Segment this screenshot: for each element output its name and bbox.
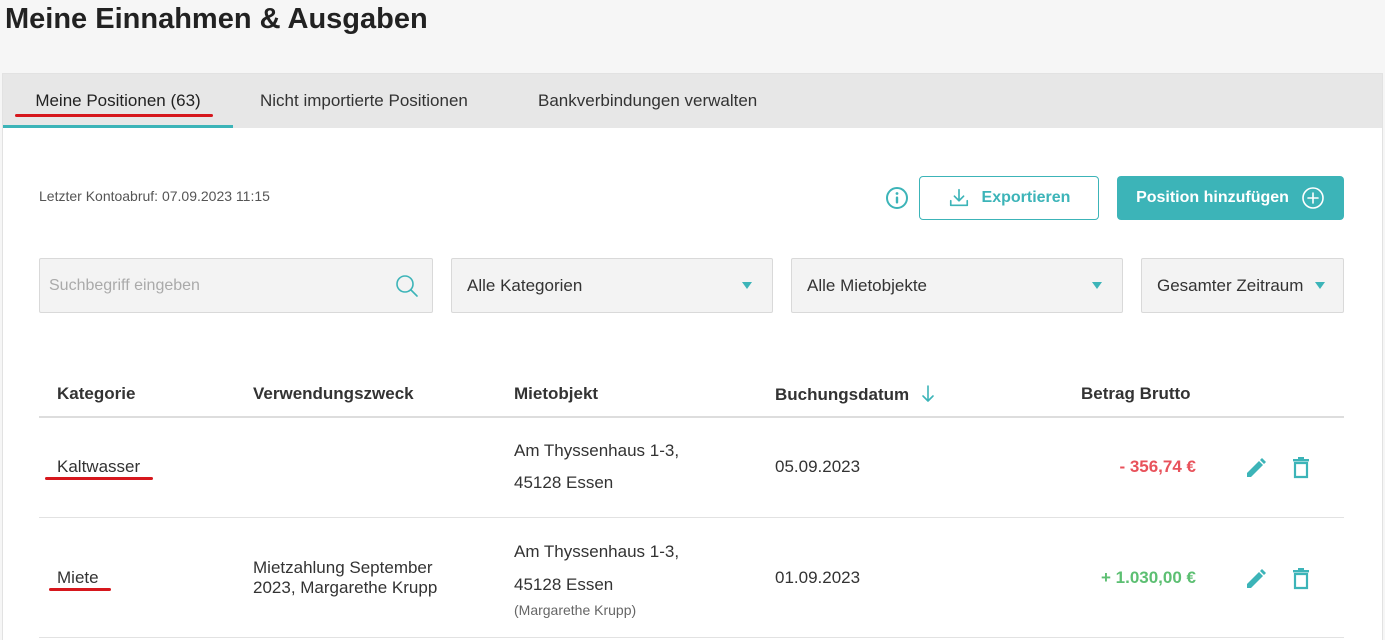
- row1-date: 05.09.2023: [775, 457, 861, 476]
- row2-property-line2: 45128 Essen: [514, 575, 614, 594]
- annotation-underline-row2: [49, 588, 111, 591]
- row1-property-line2: 45128 Essen: [514, 473, 614, 492]
- row2-property-line1: Am Thyssenhaus 1-3,: [514, 542, 680, 561]
- trash-icon[interactable]: [1289, 567, 1313, 591]
- row2-date: 01.09.2023: [775, 568, 861, 587]
- column-header-betrag-brutto[interactable]: Betrag Brutto: [1081, 384, 1191, 404]
- period-select-value: Gesamter Zeitraum: [1157, 276, 1304, 295]
- column-header-buchungsdatum-label: Buchungsdatum: [775, 385, 910, 404]
- tab-nicht-importierte-positionen[interactable]: Nicht importierte Positionen: [260, 74, 468, 128]
- row2-category[interactable]: Miete: [57, 568, 99, 588]
- row2-property-tenant: (Margarethe Krupp): [514, 602, 637, 618]
- property-select[interactable]: Alle Mietobjekte: [791, 258, 1123, 313]
- last-fetch-text: Letzter Kontoabruf: 07.09.2023 11:15: [39, 188, 270, 204]
- search-field[interactable]: [39, 258, 433, 313]
- property-select-value: Alle Mietobjekte: [807, 276, 928, 295]
- column-header-mietobjekt[interactable]: Mietobjekt: [514, 384, 598, 404]
- column-header-kategorie[interactable]: Kategorie: [57, 384, 135, 404]
- plus-circle-icon: [1302, 187, 1324, 209]
- add-position-button[interactable]: Position hinzufügen: [1117, 176, 1344, 220]
- search-icon[interactable]: [394, 273, 420, 299]
- chevron-down-icon: [1092, 282, 1102, 289]
- arrow-down-icon: [922, 385, 934, 402]
- row2-purpose-line2: 2023, Margarethe Krupp: [253, 578, 438, 597]
- chevron-down-icon: [1315, 282, 1325, 289]
- trash-icon[interactable]: [1289, 456, 1313, 480]
- category-select[interactable]: Alle Kategorien: [451, 258, 773, 313]
- column-header-buchungsdatum[interactable]: Buchungsdatum: [775, 384, 936, 405]
- pencil-icon[interactable]: [1244, 567, 1268, 591]
- annotation-underline-row1: [45, 477, 153, 480]
- tab-bankverbindungen-verwalten[interactable]: Bankverbindungen verwalten: [538, 74, 757, 128]
- row1-property-line1: Am Thyssenhaus 1-3,: [514, 441, 680, 460]
- export-button-label: Exportieren: [981, 189, 1071, 206]
- info-icon[interactable]: [885, 186, 909, 210]
- row1-category[interactable]: Kaltwasser: [57, 457, 140, 477]
- add-position-button-label: Position hinzufügen: [1136, 189, 1289, 206]
- table-row-divider: [39, 637, 1344, 638]
- page-title: Meine Einnahmen & Ausgaben: [5, 3, 428, 35]
- search-input[interactable]: [49, 259, 379, 312]
- tab-meine-positionen[interactable]: Meine Positionen (63): [3, 74, 233, 128]
- column-header-verwendungszweck[interactable]: Verwendungszweck: [253, 384, 414, 404]
- export-button[interactable]: Exportieren: [919, 176, 1099, 220]
- row2-amount: + 1.030,00 €: [1100, 568, 1196, 587]
- table-row-divider: [39, 517, 1344, 518]
- table-header-divider: [39, 416, 1344, 418]
- positions-panel: Meine Positionen (63) Nicht importierte …: [2, 73, 1383, 640]
- annotation-underline-tab: [15, 114, 213, 117]
- tab-bar: Meine Positionen (63) Nicht importierte …: [3, 74, 1382, 128]
- category-select-value: Alle Kategorien: [467, 276, 583, 295]
- chevron-down-icon: [742, 282, 752, 289]
- period-select[interactable]: Gesamter Zeitraum: [1141, 258, 1344, 313]
- download-icon: [949, 188, 968, 207]
- row2-purpose-line1: Mietzahlung September: [253, 558, 433, 577]
- row1-amount: - 356,74 €: [1119, 457, 1196, 476]
- pencil-icon[interactable]: [1244, 456, 1268, 480]
